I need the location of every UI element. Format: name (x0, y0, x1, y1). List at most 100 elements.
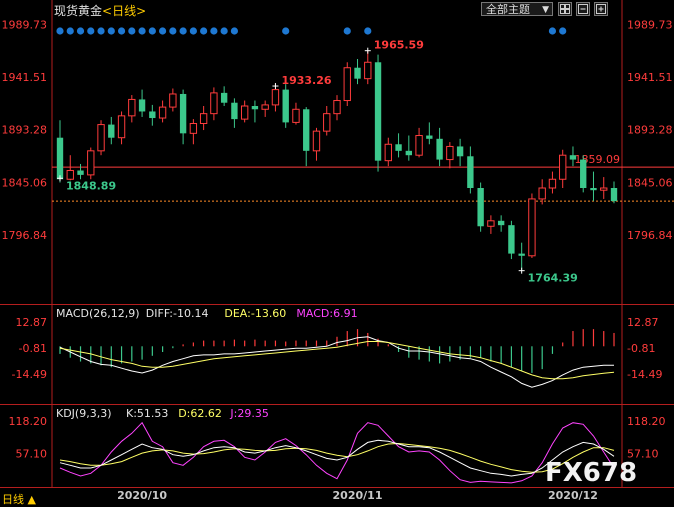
price-y-tick-label-left: 1989.73 (2, 18, 48, 31)
candle (384, 137, 392, 167)
signal-dot (158, 27, 167, 35)
signal-dot (87, 27, 95, 35)
candle (179, 89, 187, 145)
candle (364, 50, 372, 85)
macd-legend-dea: DEA:-13.60 (224, 307, 286, 320)
x-tick-label: 2020/12 (548, 489, 598, 502)
signal-dot (548, 27, 557, 35)
macd-y-tick-label-left: -0.81 (19, 342, 47, 355)
candle (199, 106, 208, 131)
candle-body (66, 170, 74, 180)
candle (467, 146, 474, 194)
price-y-tick-label-left: 1796.84 (2, 229, 48, 242)
signal-dot (128, 27, 136, 35)
candle (436, 127, 443, 167)
candle-body (364, 61, 372, 80)
x-tick-label: 2020/10 (117, 489, 167, 502)
signal-dot (117, 27, 126, 35)
candle-body (456, 146, 464, 157)
candle-body (97, 124, 105, 152)
candle (220, 86, 228, 106)
candle (128, 95, 136, 123)
zoom-out-button[interactable] (576, 2, 590, 16)
period-label[interactable]: <日线> (102, 4, 146, 18)
signal-dot (200, 27, 208, 35)
candle-body (580, 159, 587, 188)
bottom-period-label[interactable]: 日线 ▲ (2, 491, 36, 507)
candle (169, 88, 177, 112)
candle (158, 100, 167, 123)
kdj-legend-k: K:51.53 (126, 407, 168, 420)
candle (456, 138, 464, 167)
candle-body (497, 220, 505, 226)
candle (210, 87, 218, 121)
price-y-tick-label-left: 1845.06 (2, 176, 48, 189)
chart-title: 现货黄金<日线> (54, 2, 146, 19)
candle-body (149, 111, 156, 119)
minus-icon (578, 4, 588, 14)
candle (508, 220, 515, 260)
candle-body (508, 225, 515, 254)
signal-dot (230, 27, 239, 35)
candle-body (518, 253, 525, 256)
candle-body (158, 106, 167, 119)
kdj-legend-title: KDJ(9,3,3) (56, 407, 112, 420)
candle (580, 155, 587, 193)
candle (343, 62, 351, 106)
signal-dot (66, 27, 74, 35)
kdj-y-tick-label-right: 118.20 (627, 415, 666, 428)
candle (282, 84, 289, 128)
grid-layout-button[interactable] (558, 2, 572, 16)
candle (528, 193, 536, 258)
candle (97, 120, 105, 156)
candle (240, 100, 249, 123)
candle (323, 106, 331, 136)
candle (149, 104, 156, 126)
signal-dot (364, 27, 372, 35)
zoom-in-button[interactable] (594, 2, 608, 16)
candle (405, 135, 412, 161)
candle-body (169, 93, 177, 108)
macd-y-tick-label-left: 12.87 (16, 316, 48, 329)
price-y-tick-label-left: 1893.28 (2, 124, 48, 137)
candle-body (477, 188, 484, 227)
candle (189, 119, 198, 145)
signal-dot (148, 27, 156, 35)
signal-dot (169, 27, 177, 35)
macd-legend: MACD(26,12,9) DIFF:-10.14 DEA:-13.60 MACD:6… (56, 307, 358, 320)
chart-canvas[interactable]: 1989.73 1989.73 1941.51 1941.51 1893.28 1893.… (0, 0, 674, 506)
candle (333, 95, 341, 121)
candle-body (138, 99, 146, 112)
candle-body (354, 67, 361, 79)
candle-body (56, 137, 64, 180)
candle (312, 127, 321, 161)
instrument-name: 现货黄金 (54, 4, 103, 18)
candle-body (87, 150, 95, 176)
price-y-tick-label-left: 1941.51 (2, 71, 48, 84)
candle-body (538, 187, 546, 200)
candle-body (240, 105, 249, 120)
kdj-y-tick-label-left: 118.20 (9, 415, 48, 428)
signal-dot (343, 27, 351, 35)
candle-body (426, 135, 433, 139)
signal-dot (189, 27, 197, 35)
candle (415, 127, 423, 158)
signal-dot (179, 27, 187, 35)
price-annotation: 1848.89 (57, 175, 116, 192)
candle-body (292, 108, 300, 123)
macd-y-tick-label-right: -14.49 (627, 368, 662, 381)
candle-body (395, 144, 402, 151)
candle-body (179, 93, 187, 134)
plus-icon (596, 4, 606, 14)
x-tick-label: 2020/11 (333, 489, 383, 502)
candle-body (312, 130, 321, 152)
signal-dot (76, 27, 85, 35)
candle (477, 182, 484, 232)
macd-y-tick-label-right: 12.87 (627, 316, 659, 329)
candle (77, 163, 84, 180)
theme-dropdown[interactable]: 全部主题 ▼ (481, 2, 553, 16)
signal-dot (56, 27, 64, 35)
price-y-tick-label-right: 1941.51 (627, 71, 673, 84)
candle-body (323, 113, 331, 132)
candle-body (446, 145, 454, 161)
